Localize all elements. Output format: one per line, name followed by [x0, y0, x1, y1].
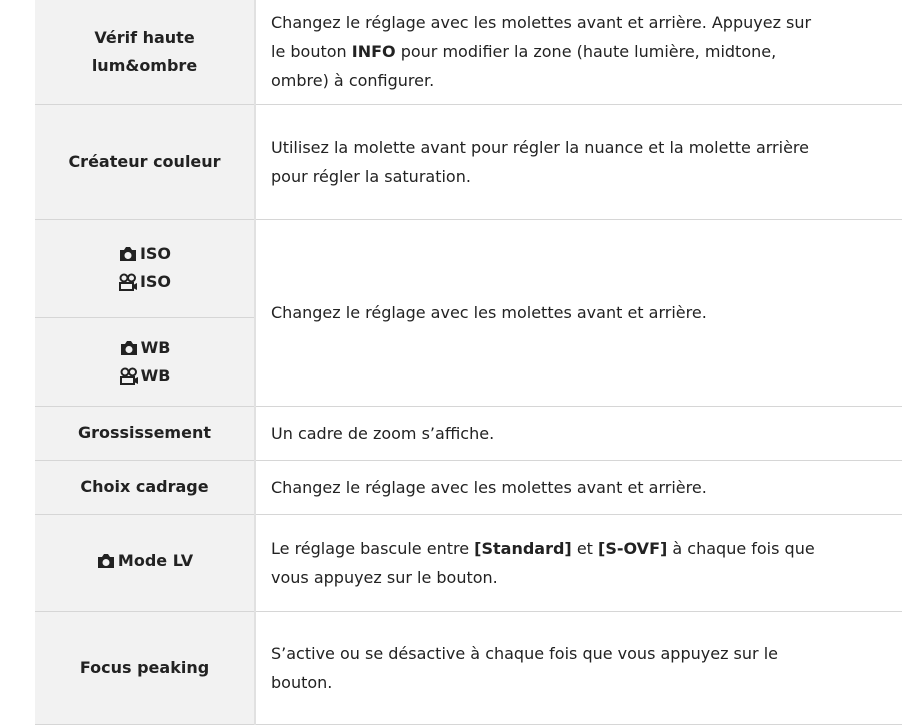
label-photo-lv: Mode LV [96, 547, 193, 575]
desc-text: Le réglage bascule entre [271, 538, 475, 558]
table-row: Vérif haute lum&ombre Changez le réglage… [35, 0, 902, 105]
row-label-line: Vérif haute [94, 27, 195, 47]
camera-icon [119, 247, 136, 261]
row-description: Un cadre de zoom s’affiche. [255, 406, 902, 461]
desc-line: Utilisez la molette avant pour régler la… [271, 137, 809, 157]
row-description: S’active ou se désactive à chaque fois q… [255, 611, 902, 725]
desc-line: pour régler la saturation. [271, 166, 471, 186]
row-label-iso: ISO ISO [35, 219, 256, 318]
label-text: WB [140, 365, 171, 385]
desc-text: pour modifier la zone (haute lumière, mi… [395, 42, 777, 62]
label-movie-iso: ISO [118, 268, 171, 296]
camera-icon [97, 554, 114, 568]
row-description: Utilisez la molette avant pour régler la… [255, 104, 902, 220]
label-text: ISO [139, 272, 172, 291]
row-description: Changez le réglage avec les molettes ava… [255, 219, 902, 407]
option-standard: [Standard] [474, 538, 572, 558]
table-row: Grossissement Un cadre de zoom s’affiche… [35, 406, 902, 461]
movie-camera-icon [118, 273, 137, 291]
table-row: ISO ISO Changez le réglage avec les mole… [35, 219, 902, 407]
option-s-ovf: [S-OVF] [598, 538, 668, 558]
label-photo-iso: ISO [118, 240, 171, 268]
desc-line: Changez le réglage avec les molettes ava… [271, 13, 812, 33]
row-label-wb: WB WB [35, 317, 256, 407]
label-photo-wb: WB [119, 334, 171, 362]
label-movie-wb: WB [119, 362, 171, 390]
table-row: Créateur couleur Utilisez la molette ava… [35, 104, 902, 220]
desc-line: bouton. [271, 672, 333, 692]
row-label-highlight-shadow: Vérif haute lum&ombre [35, 0, 256, 105]
row-label-framing: Choix cadrage [35, 460, 256, 515]
row-label-color-creator: Créateur couleur [35, 104, 256, 220]
desc-line: le bouton INFO pour modifier la zone (ha… [271, 37, 890, 66]
desc-line: S’active ou se désactive à chaque fois q… [271, 643, 778, 663]
camera-icon [120, 340, 137, 355]
info-button-name: INFO [351, 42, 396, 62]
desc-text: à chaque fois que [667, 538, 815, 558]
settings-table: Vérif haute lum&ombre Changez le réglage… [35, 0, 902, 725]
table-row: Mode LV Le réglage bascule entre [Standa… [35, 514, 902, 612]
row-label-focus-peaking: Focus peaking [35, 611, 256, 725]
row-description: Le réglage bascule entre [Standard] et [… [255, 514, 902, 612]
desc-text: et [571, 538, 599, 558]
desc-line: vous appuyez sur le bouton. [271, 567, 498, 587]
label-text: Mode LV [117, 551, 194, 570]
desc-text: le bouton [271, 42, 352, 62]
table-row: Choix cadrage Changez le réglage avec le… [35, 460, 902, 515]
label-text: WB [140, 337, 171, 357]
desc-line: ombre) à configurer. [271, 71, 435, 91]
row-description: Changez le réglage avec les molettes ava… [255, 0, 902, 105]
label-text: ISO [139, 244, 172, 263]
row-label-line: lum&ombre [91, 55, 198, 75]
row-label-magnify: Grossissement [35, 406, 256, 461]
desc-line: Le réglage bascule entre [Standard] et [… [271, 534, 890, 563]
movie-camera-icon [119, 367, 138, 385]
table-row: Focus peaking S’active ou se désactive à… [35, 611, 902, 725]
row-description: Changez le réglage avec les molettes ava… [255, 460, 902, 515]
row-label-lv-mode: Mode LV [35, 514, 256, 612]
